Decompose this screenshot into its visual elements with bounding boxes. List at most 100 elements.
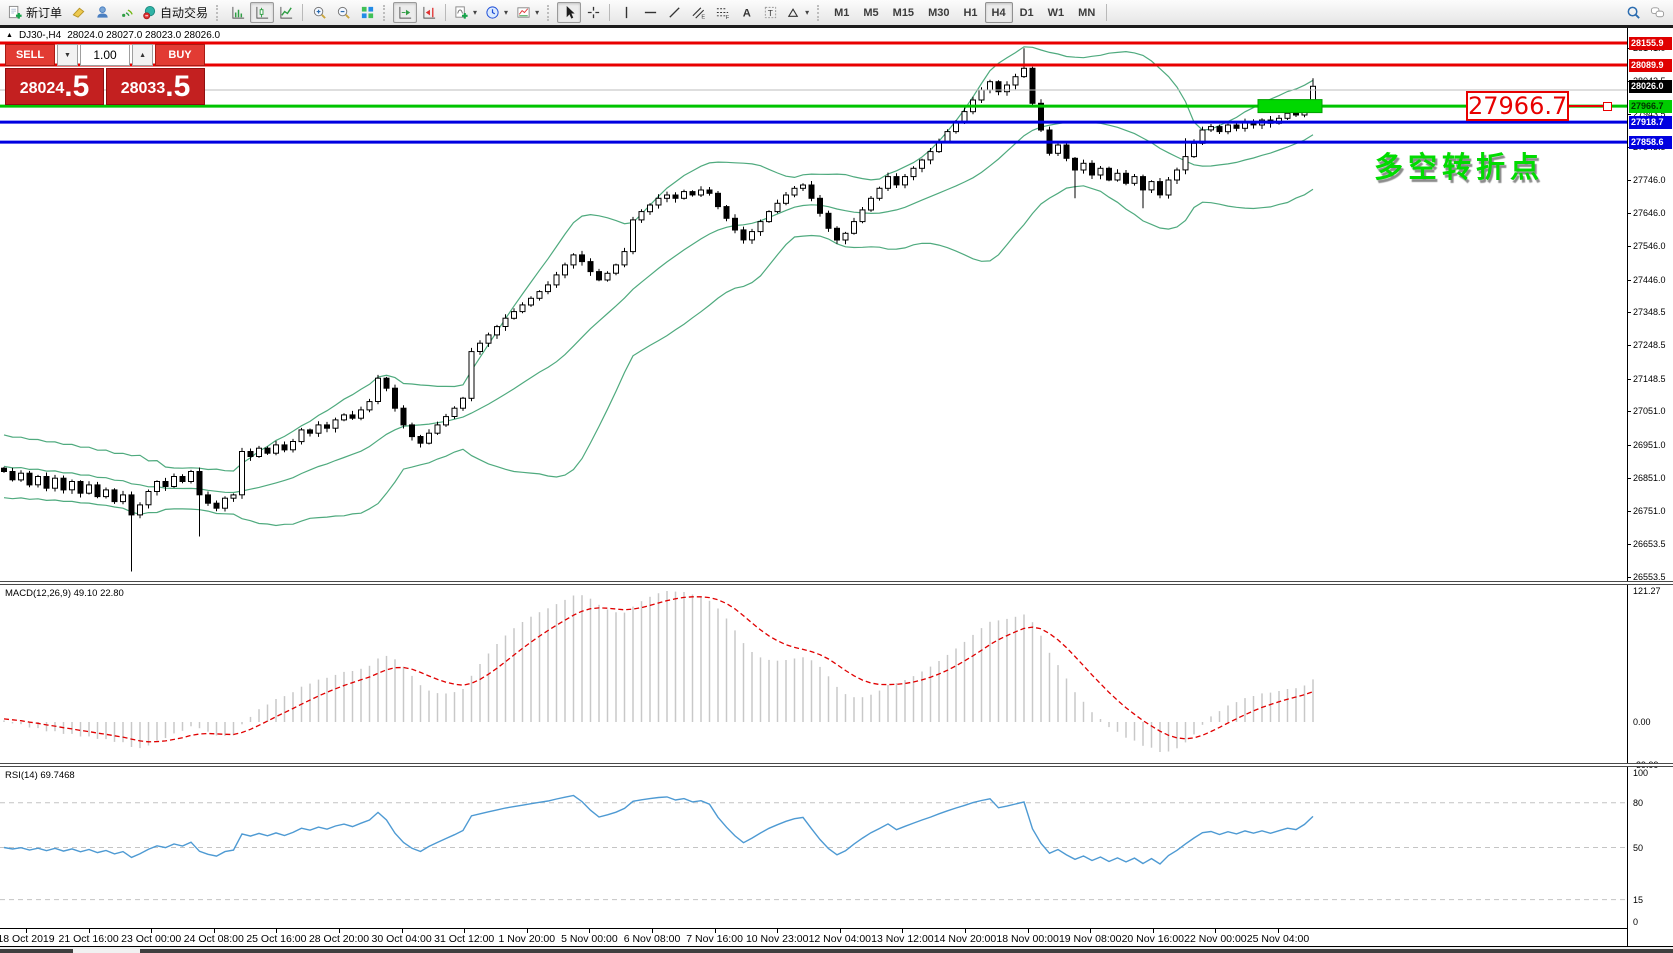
pane-separator-macd-rsi[interactable]	[0, 763, 1673, 767]
candle-body	[775, 203, 780, 211]
price-tick-label: 27546.0	[1633, 241, 1666, 251]
dropdown-arrow-icon: ▾	[473, 8, 477, 17]
timeframe-group: M1M5M15M30H1H4D1W1MN	[827, 2, 1102, 23]
auto-scroll-button[interactable]	[393, 2, 417, 23]
chart-canvas[interactable]	[0, 0, 1673, 953]
scrollbar-thumb[interactable]	[140, 949, 1673, 953]
candle-body	[478, 343, 483, 351]
candle-body	[325, 425, 330, 428]
timeframe-m30-button[interactable]: M30	[921, 2, 956, 23]
chat-button[interactable]	[1645, 2, 1669, 23]
zoom-out-button[interactable]	[331, 2, 355, 23]
chinese-annotation[interactable]: 多空转折点	[1374, 144, 1544, 186]
label-tool-button[interactable]: T	[758, 2, 782, 23]
candle-body	[639, 212, 644, 220]
sell-price-display[interactable]: 28024 .5	[5, 68, 104, 105]
vertical-line-tool-button[interactable]	[614, 2, 638, 23]
timeframe-w1-button[interactable]: W1	[1041, 2, 1072, 23]
price-callout-box[interactable]: 27966.7	[1466, 91, 1569, 121]
chart-shift-button[interactable]	[417, 2, 441, 23]
timeframe-d1-button[interactable]: D1	[1013, 2, 1041, 23]
candle-body	[1294, 113, 1299, 115]
dropdown-arrow-icon: ▾	[805, 8, 809, 17]
buy-button[interactable]: BUY	[155, 44, 205, 66]
price-callout-anchor[interactable]	[1603, 102, 1612, 111]
pane-separator-main-macd[interactable]	[0, 581, 1673, 585]
trendline-tool-button[interactable]	[662, 2, 686, 23]
macd-tick-label: 121.27	[1633, 586, 1661, 596]
time-axis[interactable]: 18 Oct 201921 Oct 16:0023 Oct 00:0024 Oc…	[0, 929, 1627, 946]
candle-body	[197, 472, 202, 495]
price-tick-mark	[1628, 577, 1631, 578]
scrollbar-segment[interactable]	[0, 949, 73, 953]
price-tick-mark	[1628, 312, 1631, 313]
toolbar-separator	[302, 4, 303, 21]
price-line-badge: 27966.7	[1629, 100, 1672, 113]
cursor-tool-button[interactable]	[557, 2, 581, 23]
candle-body	[214, 503, 219, 508]
one-click-trading-panel: SELL ▼ ▲ BUY 28024 .5 28033 .5	[5, 44, 205, 105]
text-tool-button[interactable]: A	[734, 2, 758, 23]
search-button[interactable]	[1621, 2, 1645, 23]
autotrading-button[interactable]: 自动交易	[138, 2, 212, 23]
price-axis[interactable]: 28141.028042.527943.527843.527746.027646…	[1627, 28, 1673, 946]
candle-body	[401, 408, 406, 425]
price-line-badge: 27918.7	[1629, 116, 1672, 129]
candle-body	[155, 482, 160, 492]
toolbar-grip	[817, 5, 823, 21]
crosshair-tool-button[interactable]	[581, 2, 605, 23]
templates-button[interactable]: ▾	[512, 2, 543, 23]
highlight-rectangle-object[interactable]	[1258, 100, 1322, 113]
indicators-icon	[454, 5, 469, 20]
buy-price-display[interactable]: 28033 .5	[106, 68, 205, 105]
price-tick-mark	[1628, 213, 1631, 214]
candle-body	[435, 425, 440, 433]
collapse-panel-icon[interactable]: ▲	[6, 32, 13, 39]
channel-tool-button[interactable]: E	[686, 2, 710, 23]
candle-body	[945, 132, 950, 142]
candle-body	[1073, 158, 1078, 170]
candle-body	[1183, 157, 1188, 170]
signals-button[interactable]	[114, 2, 138, 23]
horizontal-scrollbar[interactable]	[0, 946, 1673, 953]
sell-button[interactable]: SELL	[5, 44, 55, 66]
volume-increase-button[interactable]: ▲	[132, 44, 153, 66]
fibonacci-tool-button[interactable]: F	[710, 2, 734, 23]
candle-body	[860, 210, 865, 222]
candle-body	[716, 193, 721, 206]
candle-body	[282, 445, 287, 450]
candle-body	[1192, 143, 1197, 156]
marker-button[interactable]	[66, 2, 90, 23]
timeframe-h4-button[interactable]: H4	[985, 2, 1013, 23]
candle-body	[1022, 68, 1027, 76]
horizontal-line-tool-button[interactable]	[638, 2, 662, 23]
indicators-button[interactable]: ▾	[450, 2, 481, 23]
candlestick-mode-button[interactable]	[250, 2, 274, 23]
tile-windows-button[interactable]	[355, 2, 379, 23]
candle-body	[486, 335, 491, 343]
bar-chart-mode-button[interactable]	[226, 2, 250, 23]
timeframe-m1-button[interactable]: M1	[827, 2, 856, 23]
shapes-tool-button[interactable]: ▾	[782, 2, 813, 23]
timeframe-m5-button[interactable]: M5	[856, 2, 885, 23]
candle-body	[503, 318, 508, 326]
candle-body	[656, 198, 661, 205]
timeframe-mn-button[interactable]: MN	[1071, 2, 1102, 23]
candle-body	[257, 448, 262, 456]
line-chart-mode-button[interactable]	[274, 2, 298, 23]
candle-body	[10, 472, 15, 480]
zoom-in-button[interactable]	[307, 2, 331, 23]
candle-body	[682, 192, 687, 199]
macd-signal-value: 22.80	[100, 588, 124, 599]
candle-body	[274, 445, 279, 453]
volume-decrease-button[interactable]: ▼	[57, 44, 78, 66]
timeframe-h1-button[interactable]: H1	[956, 2, 984, 23]
profile-button[interactable]	[90, 2, 114, 23]
pane-separator-rsi-bottom	[0, 928, 1627, 929]
new-order-button[interactable]: 新订单	[4, 2, 66, 23]
volume-input[interactable]	[80, 44, 130, 66]
toolbar-separator	[609, 4, 610, 21]
timeframe-m15-button[interactable]: M15	[886, 2, 921, 23]
candle-body	[877, 188, 882, 198]
periods-button[interactable]: ▾	[481, 2, 512, 23]
